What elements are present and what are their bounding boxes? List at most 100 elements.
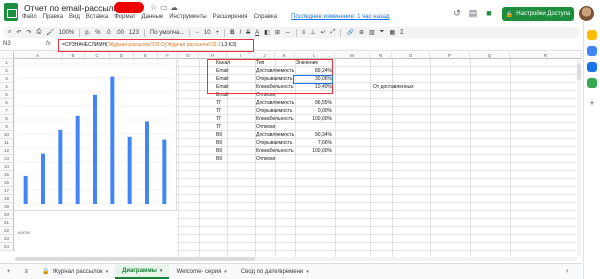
menu-file[interactable]: Файл	[22, 14, 37, 24]
sheet-tab-charts[interactable]: Диаграммы ▾	[115, 264, 170, 279]
row-header[interactable]: 9	[0, 123, 14, 131]
wrap-icon[interactable]: ↵	[321, 29, 326, 36]
meet-icon[interactable]: ■	[482, 6, 496, 20]
font-select[interactable]: По умолча...	[150, 30, 184, 36]
chart-bar[interactable]	[23, 176, 28, 204]
row-header[interactable]: 1	[0, 59, 14, 67]
column-header[interactable]: P	[430, 52, 470, 59]
cell-channel[interactable]: ТГ	[216, 107, 254, 115]
comment-add-icon[interactable]: ⊕	[359, 29, 364, 36]
chevron-down-icon[interactable]: ▾	[160, 268, 163, 274]
print-icon[interactable]: ⎙	[36, 29, 41, 36]
cloud-icon[interactable]: ☁	[170, 3, 178, 12]
column-header[interactable]: H	[199, 52, 227, 59]
cell-value[interactable]: 0,00%	[296, 107, 332, 115]
chevron-down-icon[interactable]: ▾	[106, 269, 109, 275]
add-addon-icon[interactable]: +	[587, 98, 597, 108]
menu-tools[interactable]: Инструменты	[169, 14, 206, 24]
column-header[interactable]: O	[392, 52, 430, 59]
row-header[interactable]: 10	[0, 131, 14, 139]
cell-value[interactable]: 100,00%	[296, 147, 332, 155]
chevron-down-icon[interactable]: ▾	[224, 269, 227, 275]
link-icon[interactable]: 🔗	[346, 29, 353, 36]
italic-button[interactable]: I	[239, 30, 241, 36]
vertical-scrollbar[interactable]	[577, 60, 581, 256]
keep-icon[interactable]	[587, 46, 597, 56]
chart-bar[interactable]	[41, 153, 45, 204]
row-header[interactable]: 6	[0, 99, 14, 107]
sheet-tab-journal[interactable]: 🔒 Журнал рассылок ▾	[35, 265, 115, 279]
cell-value[interactable]: 100,00%	[296, 115, 332, 123]
cell-channel[interactable]: ТГ	[216, 99, 254, 107]
chevron-down-icon[interactable]: ▾	[306, 269, 309, 275]
functions-icon[interactable]: Σ	[400, 30, 404, 36]
chart-bar[interactable]	[127, 136, 132, 204]
undo-icon[interactable]: ↶	[16, 29, 21, 36]
cell-type[interactable]: Открываемость	[256, 107, 294, 115]
row-header[interactable]: 20	[0, 211, 14, 219]
cell-type[interactable]: Открываемость	[256, 139, 294, 147]
row-header[interactable]: 18	[0, 195, 14, 203]
cell-type[interactable]: Доставляемость	[256, 131, 294, 139]
selected-cell[interactable]	[293, 75, 333, 84]
second-chart[interactable]	[15, 210, 177, 256]
menu-view[interactable]: Вид	[69, 14, 80, 24]
row-header[interactable]: 2	[0, 67, 14, 75]
scroll-thumb[interactable]	[577, 64, 581, 80]
column-header[interactable]: K	[275, 52, 295, 59]
row-header[interactable]: 4	[0, 83, 14, 91]
cell-channel[interactable]: ВК	[216, 139, 254, 147]
column-header[interactable]: G	[178, 52, 199, 59]
cell-value[interactable]: 90,34%	[296, 131, 332, 139]
column-header[interactable]: I	[227, 52, 255, 59]
percent-button[interactable]: %	[95, 30, 100, 36]
column-header[interactable]: L	[295, 52, 335, 59]
scroll-thumb[interactable]	[15, 257, 255, 261]
row-header[interactable]: 22	[0, 227, 14, 235]
paint-format-icon[interactable]: 🖌	[46, 29, 54, 36]
note-cell[interactable]: От доставленных	[373, 83, 433, 91]
row-header[interactable]: 19	[0, 203, 14, 211]
bar-chart[interactable]	[15, 60, 177, 210]
column-header[interactable]: B	[62, 52, 85, 59]
comment-icon[interactable]: ▤	[466, 6, 480, 20]
avatar[interactable]	[579, 6, 594, 21]
row-header[interactable]: 24	[0, 243, 14, 251]
row-header[interactable]: 16	[0, 179, 14, 187]
calendar-icon[interactable]	[587, 30, 597, 40]
last-edit-link[interactable]: Последнее изменение: 1 час назад	[291, 14, 389, 24]
add-sheet-button[interactable]: +	[0, 265, 18, 279]
menu-data[interactable]: Данные	[142, 14, 164, 24]
column-header[interactable]: Q	[470, 52, 510, 59]
column-header[interactable]: M	[335, 52, 370, 59]
tasks-icon[interactable]	[587, 62, 597, 72]
star-icon[interactable]: ☆	[150, 3, 157, 12]
zoom-select[interactable]: 100%	[59, 30, 74, 36]
cell-type[interactable]: Кликабельность	[256, 115, 294, 123]
sheet-tab-welcome[interactable]: Welcome- серия ▾	[169, 265, 233, 279]
text-color-button[interactable]: A	[255, 30, 259, 36]
row-header[interactable]: 7	[0, 107, 14, 115]
explore-icon[interactable]: ‹	[566, 266, 569, 275]
menu-insert[interactable]: Вставка	[86, 14, 108, 24]
chart-bar[interactable]	[58, 129, 63, 204]
row-header[interactable]: 17	[0, 187, 14, 195]
menu-format[interactable]: Формат	[114, 14, 135, 24]
cell-type[interactable]: Отписки	[256, 123, 294, 131]
all-sheets-button[interactable]: ≡	[18, 265, 36, 279]
cell-channel[interactable]: ТГ	[216, 123, 254, 131]
name-box[interactable]: N3	[3, 41, 11, 47]
cell-value[interactable]	[296, 155, 332, 163]
cell-value[interactable]: 7,66%	[296, 139, 332, 147]
chart-bar[interactable]	[110, 76, 115, 204]
currency-button[interactable]: р.	[85, 30, 90, 36]
row-header[interactable]: 5	[0, 91, 14, 99]
column-header[interactable]: D	[110, 52, 134, 59]
column-header[interactable]: F	[158, 52, 178, 59]
number-format-button[interactable]: 123	[129, 30, 139, 36]
column-header[interactable]: N	[370, 52, 392, 59]
chart-bar[interactable]	[75, 115, 80, 204]
cell-channel[interactable]: ВК	[216, 155, 254, 163]
column-header[interactable]: A	[14, 52, 62, 59]
increase-decimal-button[interactable]: .00	[116, 30, 124, 36]
